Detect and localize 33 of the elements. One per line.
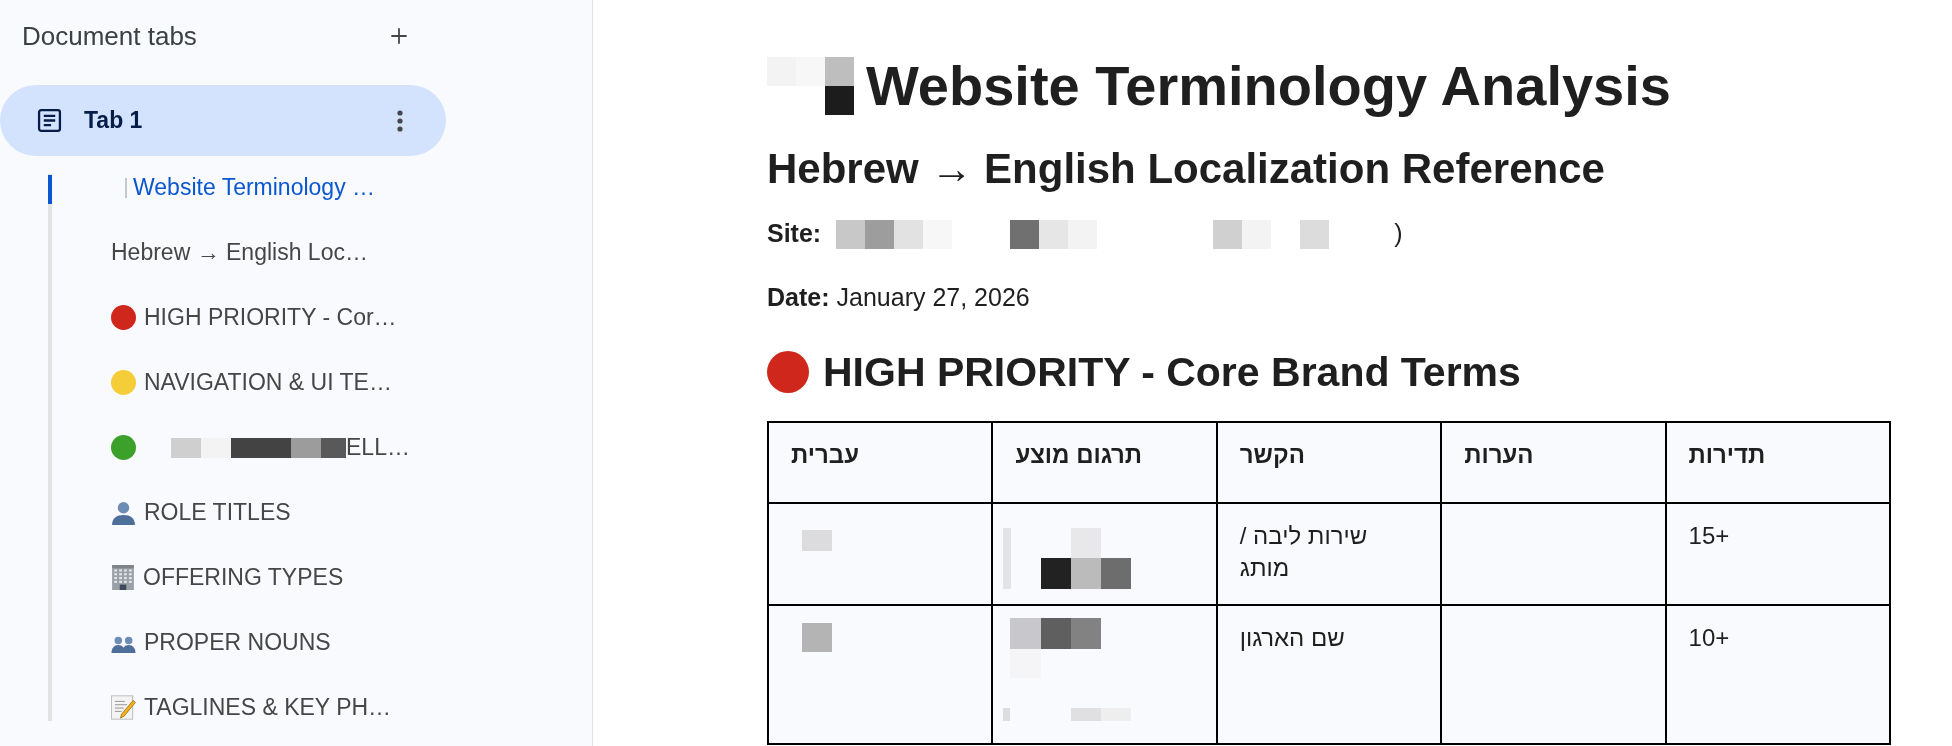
table-cell: 15+: [1665, 503, 1890, 605]
kebab-menu-icon: [397, 109, 403, 132]
outline-item[interactable]: PROPER NOUNS: [52, 610, 592, 675]
selection-indicator: [48, 175, 52, 204]
column-header: עברית: [768, 422, 993, 503]
column-header: הערות: [1441, 422, 1666, 503]
table-cell: שם הארגון: [1216, 605, 1442, 744]
column-header: הקשר: [1216, 422, 1442, 503]
document-icon: [37, 108, 62, 133]
tab[interactable]: Tab 1: [0, 85, 446, 156]
person-icon: [111, 500, 136, 525]
outline-item[interactable]: HIGH PRIORITY - Cor…: [52, 285, 592, 350]
outline-item[interactable]: ROLE TITLES: [52, 480, 592, 545]
outline-item[interactable]: Website Terminology …: [52, 155, 592, 220]
column-header: תרגום מוצע: [992, 422, 1217, 503]
outline-item[interactable]: NAVIGATION & UI TE…: [52, 350, 592, 415]
outline-item[interactable]: TAGLINES & KEY PH…: [52, 675, 592, 740]
table-cell: שירות ליבה / מותג: [1216, 503, 1442, 605]
column-header: תדירות: [1665, 422, 1890, 503]
panel-title: Document tabs: [22, 20, 197, 52]
field-value: January 27, 2026: [836, 282, 1030, 314]
field-value: ): [1394, 218, 1403, 250]
field-label: Date:: [767, 282, 830, 314]
document-title: Website Terminology Analysis: [866, 53, 1671, 119]
outline-item[interactable]: Hebrew → English Loc…: [52, 220, 592, 285]
document-subtitle: Hebrew → English Localization Reference: [767, 144, 1606, 194]
outline-item[interactable]: ELL…: [52, 415, 592, 480]
building-icon: [112, 565, 134, 590]
memo-pencil-icon: [111, 695, 136, 720]
outline-item[interactable]: OFFERING TYPES: [52, 545, 592, 610]
section-heading: HIGH PRIORITY - Core Brand Terms: [823, 348, 1521, 397]
table-cell: 10+: [1665, 605, 1890, 744]
field-label: Site:: [767, 218, 822, 250]
